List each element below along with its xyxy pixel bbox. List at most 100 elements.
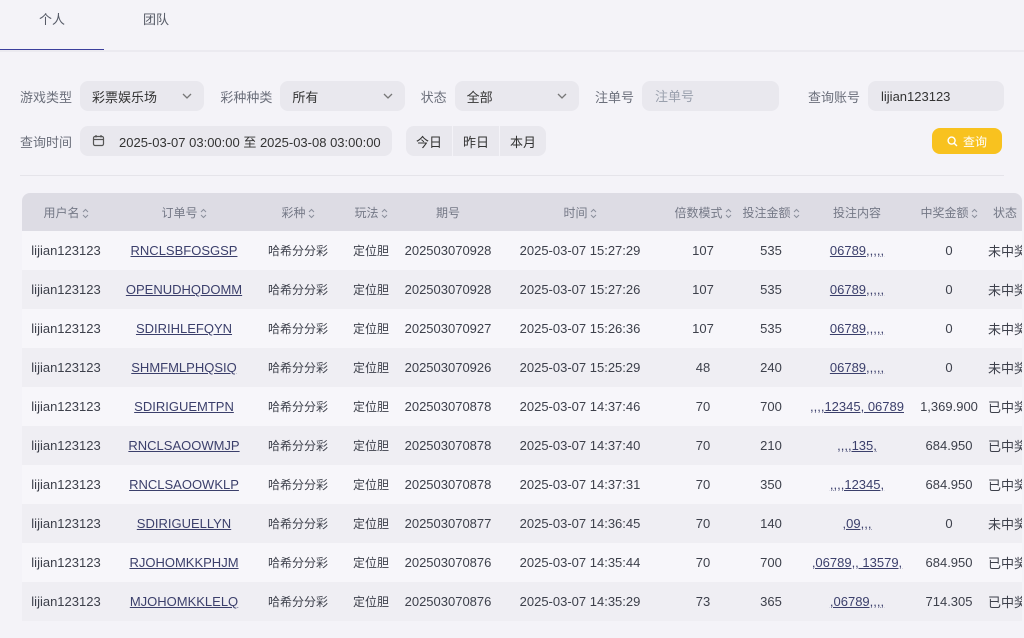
sort-icon[interactable] [200, 208, 207, 219]
table-cell: 714.305 [910, 582, 988, 621]
table-cell: 未中奖 [988, 348, 1022, 387]
column-header-label: 订单号 [161, 205, 198, 220]
account-input[interactable] [868, 81, 1005, 111]
lottery-type-value: 所有 [292, 89, 319, 105]
table-cell: 70 [668, 426, 738, 465]
order-number-link[interactable]: SDIRIGUELLYN [110, 504, 258, 543]
search-icon [947, 135, 958, 146]
order-number-link[interactable]: SDIRIHLEFQYN [110, 309, 258, 348]
sort-icon[interactable] [308, 208, 315, 219]
calendar-icon [92, 134, 105, 148]
sort-icon[interactable] [82, 208, 89, 219]
order-number-link[interactable]: SDIRIGUEMTPN [110, 387, 258, 426]
bet-content-link[interactable]: 06789,,,,, [804, 231, 910, 270]
table-cell: 48 [668, 348, 738, 387]
order-number-link[interactable]: RNCLSAOOWMJP [110, 426, 258, 465]
order-number-link[interactable]: OPENUDHQDOMM [110, 270, 258, 309]
bet-content-text: ,,,,135, [837, 438, 877, 453]
this-month-button[interactable]: 本月 [500, 126, 547, 156]
bet-content-link[interactable]: ,06789,, 13579, [804, 543, 910, 582]
lottery-type-select[interactable]: 所有 [280, 81, 405, 111]
sort-icon[interactable] [725, 208, 732, 219]
order-number-link[interactable]: RNCLSBFOSGSP [110, 231, 258, 270]
sort-icon[interactable] [590, 208, 597, 219]
table-cell: 定位胆 [338, 387, 404, 426]
table-cell: lijian123123 [22, 504, 110, 543]
column-header: 期号 [404, 193, 492, 231]
sort-icon[interactable] [381, 208, 388, 219]
table-cell: 定位胆 [338, 426, 404, 465]
order-no-label: 注单号 [594, 89, 634, 105]
yesterday-button[interactable]: 昨日 [453, 126, 501, 156]
table-row: lijian123123 SDIRIHLEFQYN 哈希分分彩 定位胆 20250307… [22, 309, 1022, 348]
column-header-label: 期号 [435, 205, 460, 220]
column-header: 投注内容 [804, 193, 910, 231]
table-cell: 240 [738, 348, 804, 387]
table-cell: 350 [738, 465, 804, 504]
order-number-link[interactable]: RNCLSAOOWKLP [110, 465, 258, 504]
table-cell: 700 [738, 387, 804, 426]
bet-content-link[interactable]: 06789,,,,, [804, 348, 910, 387]
bet-content-link[interactable]: ,09,,, [804, 504, 910, 543]
table-cell: 140 [738, 504, 804, 543]
column-header-label: 时间 [563, 205, 588, 220]
table-cell: 210 [738, 426, 804, 465]
table-cell: 0 [910, 270, 988, 309]
today-button[interactable]: 今日 [406, 126, 454, 156]
table-cell: 365 [738, 582, 804, 621]
column-header[interactable]: 用户名 [22, 193, 110, 231]
order-number-link[interactable]: SHMFMLPHQSIQ [110, 348, 258, 387]
bet-content-link[interactable]: ,,,,135, [804, 426, 910, 465]
order-number-text: RJOHOMKKPHJM [129, 555, 239, 570]
table-cell: 70 [668, 387, 738, 426]
table-cell: 684.950 [910, 465, 988, 504]
search-button[interactable]: 查询 [932, 128, 1002, 154]
order-number-link[interactable]: RJOHOMKKPHJM [110, 543, 258, 582]
table-cell: 107 [668, 270, 738, 309]
game-type-select[interactable]: 彩票娱乐场 [80, 81, 205, 111]
table-cell: 107 [668, 309, 738, 348]
bet-content-link[interactable]: ,,,,12345, [804, 465, 910, 504]
bet-content-link[interactable]: 06789,,,,, [804, 270, 910, 309]
table-cell: 已中奖 [988, 465, 1022, 504]
tab-divider [0, 50, 1024, 52]
column-header[interactable]: 彩种 [258, 193, 338, 231]
game-type-value: 彩票娱乐场 [92, 89, 158, 105]
column-header[interactable]: 玩法 [338, 193, 404, 231]
column-header[interactable]: 投注金额 [738, 193, 804, 231]
tab-team[interactable]: 团队 [104, 0, 208, 44]
bet-content-link[interactable]: ,06789,,,, [804, 582, 910, 621]
sort-icon[interactable] [971, 208, 978, 219]
table-cell: 2025-03-07 14:36:45 [492, 504, 668, 543]
order-number-text: SHMFMLPHQSIQ [131, 360, 237, 375]
table-cell: 684.950 [910, 426, 988, 465]
table-cell: 535 [738, 309, 804, 348]
lottery-type-label: 彩种种类 [220, 89, 273, 105]
chevron-down-icon [383, 91, 393, 101]
column-header[interactable]: 订单号 [110, 193, 258, 231]
table-cell: 70 [668, 504, 738, 543]
table-cell: 定位胆 [338, 231, 404, 270]
bet-content-link[interactable]: 06789,,,,, [804, 309, 910, 348]
sort-icon[interactable] [793, 208, 800, 219]
order-number-text: SDIRIGUEMTPN [134, 399, 234, 414]
date-range-text: 2025-03-07 03:00:00 至 2025-03-08 03:00:0… [119, 134, 381, 150]
order-number-link[interactable]: MJOHOMKKLELQ [110, 582, 258, 621]
tab-personal[interactable]: 个人 [0, 0, 104, 52]
table-body: lijian123123 RNCLSBFOSGSP 哈希分分彩 定位胆 20250307… [22, 231, 1022, 621]
date-range-picker[interactable]: 2025-03-07 03:00:00 至 2025-03-08 03:00:0… [80, 126, 393, 156]
bet-content-link[interactable]: ,,,,12345, 06789 [804, 387, 910, 426]
table-row: lijian123123 SDIRIGUELLYN 哈希分分彩 定位胆 20250307… [22, 504, 1022, 543]
column-header-label: 状态 [992, 205, 1017, 220]
time-label: 查询时间 [20, 134, 73, 150]
column-header[interactable]: 中奖金额 [910, 193, 988, 231]
column-header[interactable]: 时间 [492, 193, 668, 231]
section-divider [20, 175, 1004, 176]
bet-content-text: 06789,,,,, [829, 321, 885, 336]
status-select[interactable]: 全部 [454, 81, 579, 111]
search-button-label: 查询 [962, 134, 987, 149]
order-number-text: MJOHOMKKLELQ [129, 594, 239, 609]
order-no-input[interactable] [642, 81, 779, 111]
table-cell: 0 [910, 348, 988, 387]
column-header[interactable]: 倍数模式 [668, 193, 738, 231]
